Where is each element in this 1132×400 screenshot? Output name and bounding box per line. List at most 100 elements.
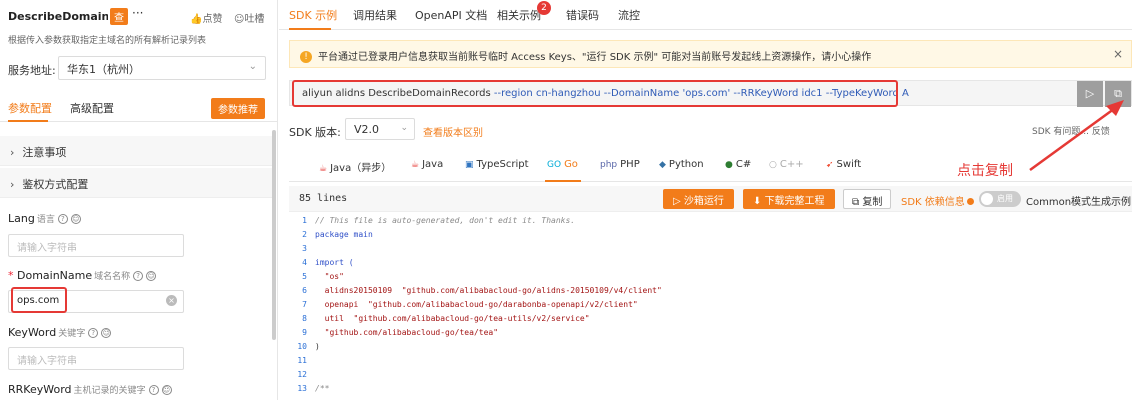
- lang-label: C++: [779, 159, 804, 170]
- sdk-version-value: V2.0: [354, 123, 380, 136]
- sdk-history-link[interactable]: 查看版本区别: [423, 124, 483, 139]
- lang-java[interactable]: ☕ Java: [411, 159, 443, 170]
- lang-typescript[interactable]: ▣ TypeScript: [465, 159, 529, 170]
- lang-label: Go: [564, 159, 578, 170]
- code-line: 6 alidns20150109 "github.com/alibabaclou…: [289, 284, 662, 298]
- copy-code-button[interactable]: ⧉ 复制: [843, 189, 892, 209]
- chevron-down-icon: ⌄: [400, 123, 408, 133]
- tab-openapi-doc[interactable]: OpenAPI 文档: [415, 7, 487, 23]
- lang-python[interactable]: ◆ Python: [659, 159, 704, 170]
- code-text: util "github.com/alibabacloud-go/tea-uti…: [315, 314, 590, 323]
- accordion-label: 鉴权方式配置: [22, 178, 89, 191]
- copy-icon[interactable]: ⧉: [1105, 81, 1131, 107]
- accordion-auth[interactable]: › 鉴权方式配置: [0, 168, 272, 198]
- code-line: 11: [289, 354, 315, 368]
- lang-label: C#: [735, 159, 752, 170]
- keyword-input[interactable]: 请输入字符串: [8, 347, 184, 370]
- sdk-feedback-link[interactable]: SDK 有问题... 反馈: [1032, 124, 1110, 137]
- code-text: alidns20150109 "github.com/alibabacloud-…: [315, 286, 662, 295]
- close-icon[interactable]: ×: [1113, 47, 1123, 61]
- typescript-icon: ▣: [465, 160, 474, 170]
- server-select[interactable]: 华东1（杭州） ⌄: [58, 56, 266, 80]
- tab-params[interactable]: 参数配置: [8, 100, 52, 116]
- toggle-knob: [981, 193, 993, 205]
- lang-label: Java: [422, 159, 444, 170]
- download-project-button[interactable]: ⬇ 下载完整工程: [743, 189, 835, 209]
- code-line: 9 "github.com/alibabacloud-go/tea/tea": [289, 326, 498, 340]
- warning-banner: ! 平台通过已登录用户信息获取当前账号临时 Access Keys、"运行 SDK…: [289, 40, 1132, 68]
- lang-swift[interactable]: ➹ Swift: [826, 159, 861, 170]
- api-title: DescribeDomainRe...: [8, 10, 108, 23]
- code-editor[interactable]: 1 // This file is auto-generated, don't e…: [289, 212, 1132, 400]
- code-line: 10): [289, 340, 319, 354]
- copy-label: 复制: [862, 197, 883, 208]
- server-value: 华东1（杭州）: [67, 63, 140, 76]
- code-text: openapi "github.com/alibabacloud-go/dara…: [315, 300, 638, 309]
- field-sub: 语言: [36, 215, 55, 225]
- help-icon[interactable]: ?: [88, 328, 99, 338]
- lang-label: TypeScript: [476, 159, 529, 170]
- tab-flow-control[interactable]: 流控: [618, 7, 640, 23]
- field-name: RRKeyWord: [8, 383, 72, 396]
- code-text: package main: [315, 230, 373, 239]
- left-panel: DescribeDomainRe... 查 ··· 👍点赞 ☺吐槽 根据传入参数…: [0, 0, 278, 400]
- cli-value: A: [902, 88, 909, 99]
- line-number: 3: [302, 244, 307, 253]
- lang-cpp[interactable]: ○ C++: [769, 159, 804, 170]
- sandbox-run-button[interactable]: ▷ 沙箱运行: [663, 189, 734, 209]
- help-icon[interactable]: ?: [57, 214, 68, 224]
- server-label: 服务地址:: [8, 64, 56, 77]
- lang-label: Java（异步）: [330, 163, 392, 174]
- lang-input[interactable]: 请输入字符串: [8, 234, 184, 257]
- help-icon[interactable]: ?: [133, 271, 144, 281]
- spit-label: 吐槽: [244, 14, 265, 25]
- feedback-icon[interactable]: ☺: [70, 214, 81, 224]
- tab-sdk-example[interactable]: SDK 示例: [289, 7, 337, 23]
- feedback-icon[interactable]: ☺: [101, 328, 112, 338]
- code-text: "github.com/alibabacloud-go/tea/tea": [315, 328, 499, 337]
- sdk-version-label: SDK 版本:: [289, 126, 341, 139]
- field-label-domainname: * DomainName 域名名称? ☺: [8, 269, 157, 282]
- feedback-icon[interactable]: ☺: [161, 385, 172, 395]
- spit-button[interactable]: ☺吐槽: [234, 10, 264, 25]
- line-number: 9: [302, 328, 307, 337]
- lang-java-async[interactable]: ☕ Java（异步）: [319, 159, 391, 174]
- tab-error-codes[interactable]: 错误码: [566, 7, 599, 23]
- recommend-button[interactable]: 参数推荐: [211, 98, 265, 119]
- tab-related-examples[interactable]: 相关示例: [497, 7, 541, 23]
- sandbox-label: 沙箱运行: [683, 196, 724, 207]
- chevron-down-icon: ⌄: [248, 61, 257, 72]
- lang-php[interactable]: php PHP: [600, 159, 640, 170]
- line-number: 13: [297, 384, 307, 393]
- code-line: 13 /**: [289, 382, 329, 396]
- more-icon[interactable]: ···: [132, 6, 143, 20]
- tab-advanced[interactable]: 高级配置: [70, 100, 114, 116]
- help-icon[interactable]: ?: [148, 385, 159, 395]
- accordion-notes[interactable]: › 注意事项: [0, 136, 272, 166]
- code-line: 4 import (: [289, 256, 354, 270]
- sdk-deps-link[interactable]: SDK 依赖信息: [901, 193, 974, 208]
- code-line: 2 package main: [289, 228, 373, 242]
- download-label: 下载完整工程: [764, 196, 825, 207]
- sdk-version-select[interactable]: V2.0 ⌄: [345, 118, 415, 140]
- scrollbar[interactable]: [272, 130, 276, 340]
- clear-icon[interactable]: ×: [166, 295, 177, 306]
- line-number: 7: [302, 300, 307, 309]
- code-line: 1 // This file is auto-generated, don't e…: [289, 214, 575, 228]
- run-icon[interactable]: ▷: [1077, 81, 1103, 107]
- code-text: /**: [315, 384, 330, 393]
- lang-csharp[interactable]: ● C#: [725, 159, 751, 170]
- lang-go[interactable]: GO Go: [547, 159, 578, 170]
- tab-underline: [289, 28, 331, 30]
- line-number: 10: [297, 342, 307, 351]
- tab-call-result[interactable]: 调用结果: [353, 7, 397, 23]
- like-label: 点赞: [202, 14, 223, 25]
- feedback-icon[interactable]: ☺: [146, 271, 157, 281]
- cpp-icon: ○: [769, 160, 777, 170]
- common-mode-toggle[interactable]: 启用: [979, 191, 1021, 207]
- code-text: // This file is auto-generated, don't ed…: [315, 216, 576, 225]
- chevron-right-icon: ›: [10, 178, 15, 191]
- code-text: import (: [315, 258, 354, 267]
- like-button[interactable]: 👍点赞: [190, 10, 222, 25]
- field-label-rrkeyword: RRKeyWord 主机记录的关键字? ☺: [8, 383, 172, 396]
